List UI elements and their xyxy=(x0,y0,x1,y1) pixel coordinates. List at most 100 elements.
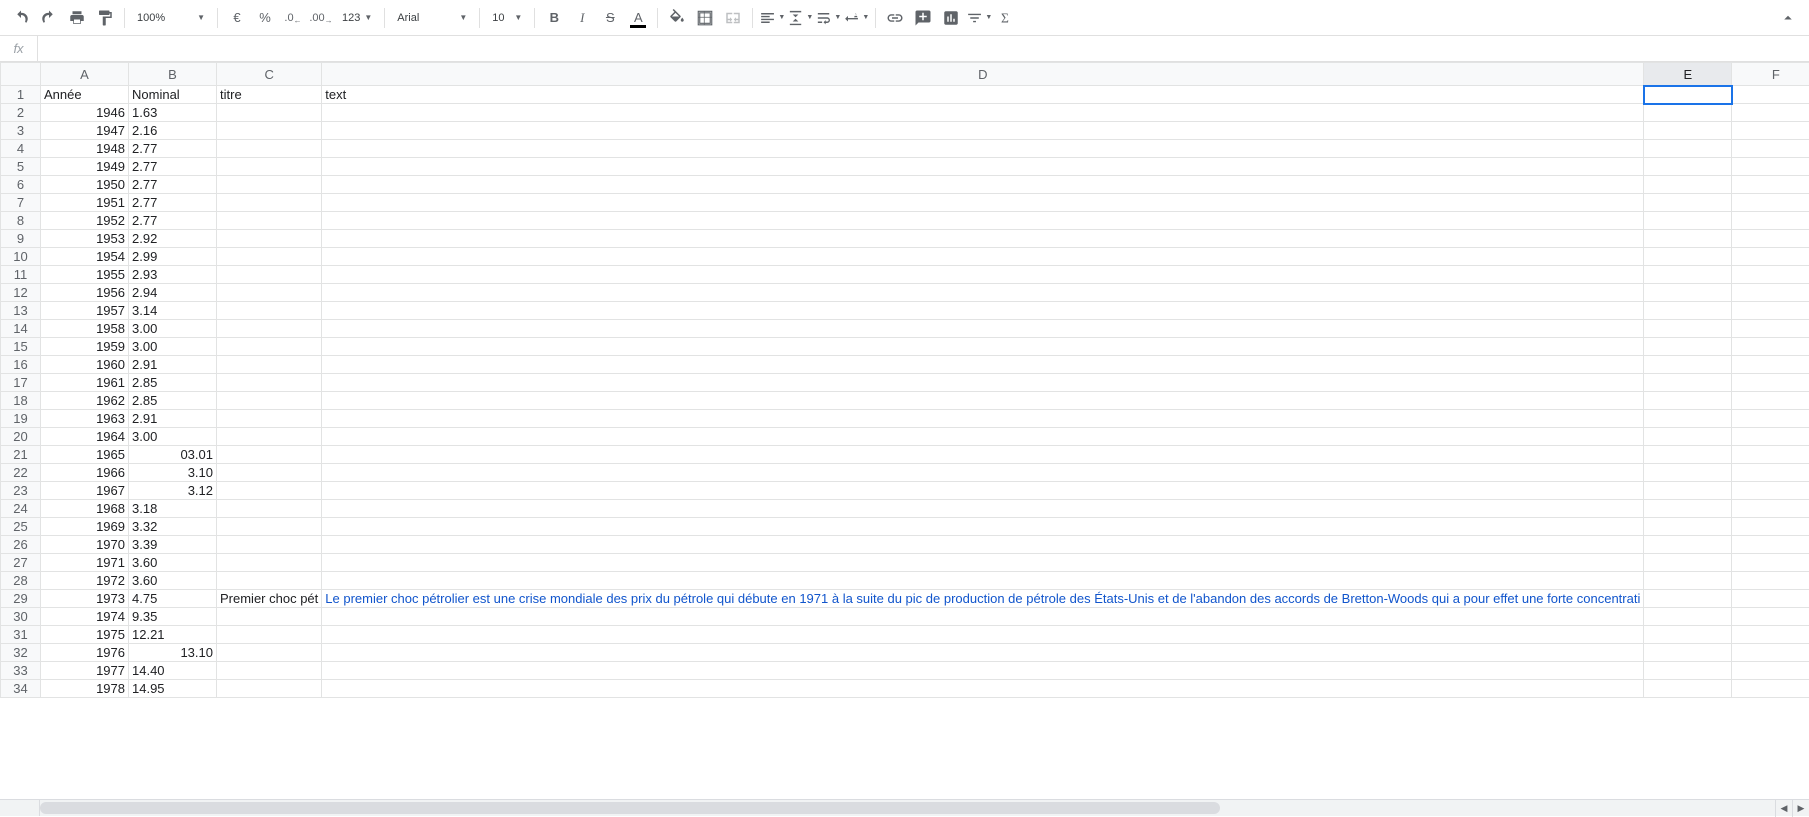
cell[interactable] xyxy=(1732,644,1809,662)
cell[interactable] xyxy=(1644,176,1732,194)
row-header[interactable]: 8 xyxy=(1,212,41,230)
cell[interactable]: 3.60 xyxy=(129,572,217,590)
insert-link-button[interactable] xyxy=(882,5,908,31)
cell[interactable]: 1949 xyxy=(41,158,129,176)
cell[interactable]: 14.95 xyxy=(129,680,217,698)
cell[interactable]: 1976 xyxy=(41,644,129,662)
cell[interactable] xyxy=(322,572,1644,590)
cell[interactable]: 1963 xyxy=(41,410,129,428)
cell[interactable]: 1947 xyxy=(41,122,129,140)
cell[interactable] xyxy=(1732,410,1809,428)
print-button[interactable] xyxy=(64,5,90,31)
column-header-A[interactable]: A xyxy=(41,63,129,86)
row-header[interactable]: 34 xyxy=(1,680,41,698)
cell[interactable] xyxy=(217,464,322,482)
cell[interactable] xyxy=(1644,464,1732,482)
cell[interactable]: 1964 xyxy=(41,428,129,446)
cell[interactable] xyxy=(217,248,322,266)
cell[interactable] xyxy=(1732,356,1809,374)
cell[interactable]: 3.60 xyxy=(129,554,217,572)
row-header[interactable]: 21 xyxy=(1,446,41,464)
cell[interactable] xyxy=(217,554,322,572)
cell[interactable] xyxy=(1732,590,1809,608)
cell[interactable]: 2.16 xyxy=(129,122,217,140)
cell[interactable] xyxy=(322,212,1644,230)
spreadsheet-grid[interactable]: ABCDEFGHIJKLMNOPQ1AnnéeNominaltitretext2… xyxy=(0,62,1809,799)
cell[interactable]: titre xyxy=(217,86,322,104)
cell[interactable]: 2.99 xyxy=(129,248,217,266)
cell[interactable]: 2.91 xyxy=(129,410,217,428)
cell[interactable] xyxy=(217,104,322,122)
cell[interactable] xyxy=(217,122,322,140)
cell[interactable]: 13.10 xyxy=(129,644,217,662)
row-header[interactable]: 30 xyxy=(1,608,41,626)
cell[interactable] xyxy=(322,158,1644,176)
column-header-C[interactable]: C xyxy=(217,63,322,86)
cell[interactable]: 1969 xyxy=(41,518,129,536)
row-header[interactable]: 19 xyxy=(1,410,41,428)
column-header-D[interactable]: D xyxy=(322,63,1644,86)
row-header[interactable]: 9 xyxy=(1,230,41,248)
cell[interactable]: 1962 xyxy=(41,392,129,410)
cell[interactable]: 1978 xyxy=(41,680,129,698)
text-rotation-button[interactable]: ▼ xyxy=(843,5,869,31)
cell[interactable] xyxy=(1732,554,1809,572)
cell[interactable]: 1966 xyxy=(41,464,129,482)
cell[interactable]: 2.77 xyxy=(129,212,217,230)
increase-decimal-button[interactable]: .00→ xyxy=(308,5,334,31)
cell[interactable] xyxy=(1644,86,1732,104)
cell[interactable] xyxy=(322,374,1644,392)
redo-button[interactable] xyxy=(36,5,62,31)
cell[interactable]: 2.92 xyxy=(129,230,217,248)
row-header[interactable]: 16 xyxy=(1,356,41,374)
cell[interactable] xyxy=(1644,500,1732,518)
cell[interactable] xyxy=(1732,536,1809,554)
cell[interactable]: 1956 xyxy=(41,284,129,302)
cell[interactable] xyxy=(322,140,1644,158)
cell[interactable]: 1957 xyxy=(41,302,129,320)
cell[interactable]: 03.01 xyxy=(129,446,217,464)
cell[interactable]: 1954 xyxy=(41,248,129,266)
cell[interactable] xyxy=(217,338,322,356)
cell[interactable] xyxy=(217,140,322,158)
undo-button[interactable] xyxy=(8,5,34,31)
row-header[interactable]: 26 xyxy=(1,536,41,554)
cell[interactable] xyxy=(1644,248,1732,266)
cell[interactable]: 1950 xyxy=(41,176,129,194)
cell[interactable] xyxy=(1644,680,1732,698)
row-header[interactable]: 3 xyxy=(1,122,41,140)
cell[interactable] xyxy=(1644,536,1732,554)
cell[interactable] xyxy=(1732,572,1809,590)
cell[interactable]: 4.75 xyxy=(129,590,217,608)
cell[interactable] xyxy=(1732,680,1809,698)
cell[interactable] xyxy=(1644,608,1732,626)
borders-button[interactable] xyxy=(692,5,718,31)
zoom-select[interactable]: 100%▼ xyxy=(131,6,211,30)
row-header[interactable]: 12 xyxy=(1,284,41,302)
cell[interactable] xyxy=(217,320,322,338)
cell[interactable] xyxy=(217,230,322,248)
cell[interactable]: 1.63 xyxy=(129,104,217,122)
cell[interactable] xyxy=(322,230,1644,248)
row-header[interactable]: 17 xyxy=(1,374,41,392)
cell[interactable] xyxy=(322,554,1644,572)
cell[interactable]: 3.10 xyxy=(129,464,217,482)
cell[interactable] xyxy=(217,266,322,284)
cell[interactable] xyxy=(1644,104,1732,122)
cell[interactable] xyxy=(1644,392,1732,410)
cell[interactable] xyxy=(1644,212,1732,230)
cell[interactable]: 1959 xyxy=(41,338,129,356)
merge-cells-button[interactable] xyxy=(720,5,746,31)
cell[interactable] xyxy=(217,176,322,194)
number-format-select[interactable]: 123▼ xyxy=(336,6,378,30)
cell[interactable] xyxy=(322,482,1644,500)
cell[interactable] xyxy=(217,680,322,698)
cell[interactable] xyxy=(322,338,1644,356)
cell[interactable]: 2.94 xyxy=(129,284,217,302)
row-header[interactable]: 23 xyxy=(1,482,41,500)
cell[interactable] xyxy=(1732,266,1809,284)
cell[interactable]: 3.00 xyxy=(129,428,217,446)
cell[interactable] xyxy=(322,428,1644,446)
cell[interactable] xyxy=(1644,140,1732,158)
cell[interactable] xyxy=(322,518,1644,536)
